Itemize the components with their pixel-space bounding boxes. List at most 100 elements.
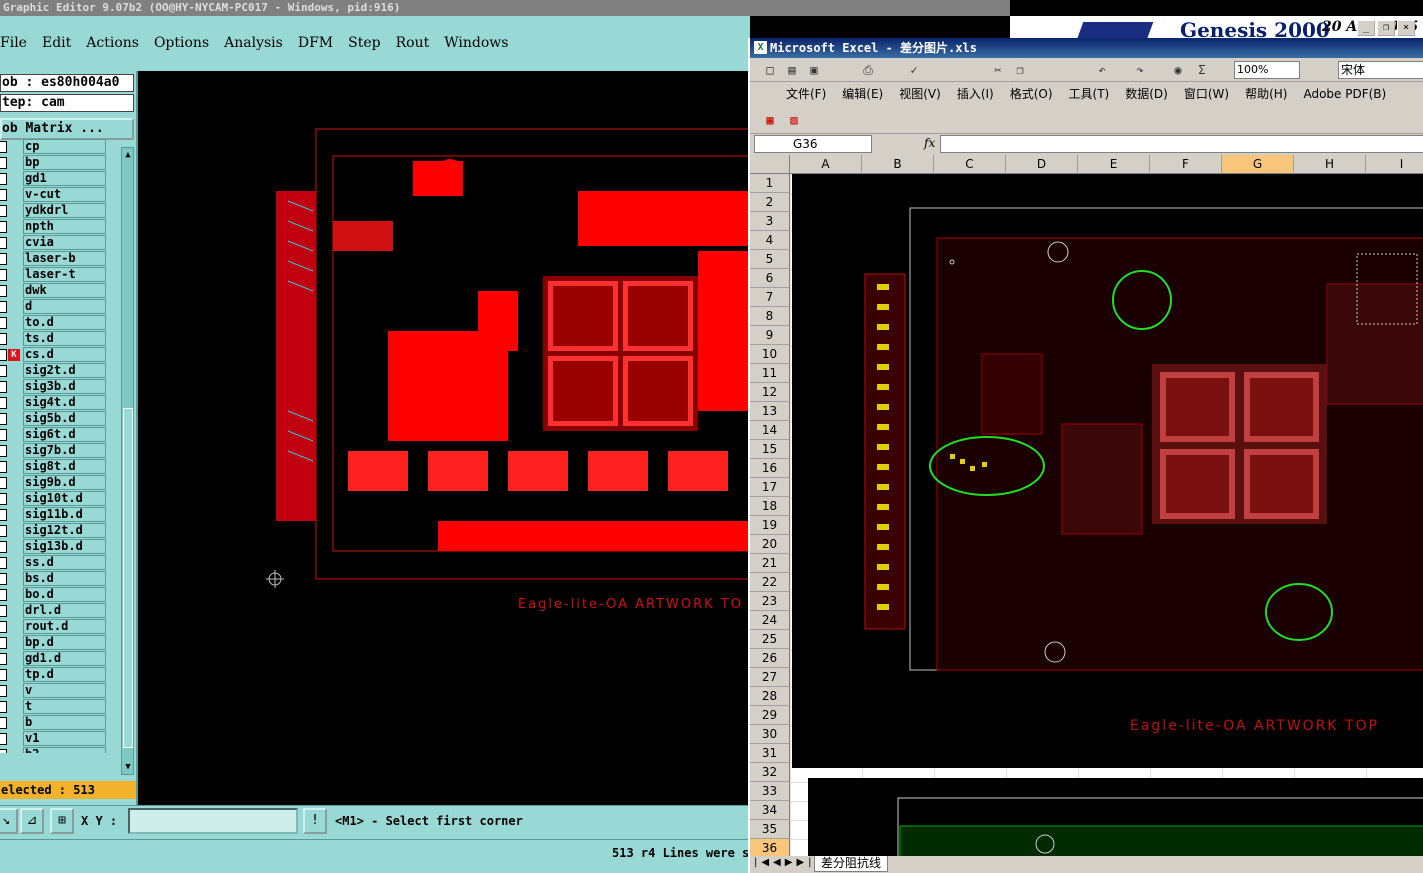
print-icon[interactable]: ⎙ [860, 62, 876, 78]
row-header[interactable]: 33 [750, 782, 790, 801]
pcb-canvas[interactable]: Eagle-lite-OA ARTWORK TO [138, 71, 751, 805]
layer-checkbox[interactable] [0, 381, 7, 393]
excel-menu-item[interactable]: 帮助(H) [1245, 83, 1287, 105]
layer-checkbox[interactable] [0, 493, 7, 505]
layer-checkbox[interactable] [0, 445, 7, 457]
excel-menu-item[interactable]: 插入(I) [957, 83, 994, 105]
layer-row[interactable]: v1 [0, 731, 118, 747]
layer-checkbox[interactable] [0, 477, 7, 489]
warning-icon[interactable]: ! [303, 808, 327, 834]
layer-checkbox[interactable] [0, 429, 7, 441]
name-box[interactable]: G36 [754, 135, 872, 153]
layer-checkbox[interactable] [0, 509, 7, 521]
row-header[interactable]: 19 [750, 516, 790, 535]
layer-checkbox[interactable] [0, 141, 7, 153]
layer-checkbox[interactable] [0, 621, 7, 633]
column-header[interactable]: D [1006, 155, 1078, 174]
layer-name[interactable]: sig9b.d [23, 475, 106, 490]
layer-name[interactable]: sig13b.d [23, 539, 106, 554]
sheet-nav-icons[interactable]: |◀◀▶▶| [754, 857, 816, 868]
layer-name[interactable]: rout.d [23, 619, 106, 634]
layer-name[interactable]: npth [23, 219, 106, 234]
layer-name[interactable]: ydkdrl [23, 203, 106, 218]
column-header[interactable]: H [1294, 155, 1366, 174]
row-header[interactable]: 26 [750, 649, 790, 668]
row-header[interactable]: 28 [750, 687, 790, 706]
layer-row[interactable]: sig11b.d [0, 507, 118, 523]
layer-name[interactable]: to.d [23, 315, 106, 330]
row-header[interactable]: 5 [750, 250, 790, 269]
redo-icon[interactable]: ↷ [1132, 62, 1148, 78]
layer-row[interactable]: ydkdrl [0, 203, 118, 219]
layer-checkbox[interactable] [0, 717, 7, 729]
layer-row[interactable]: d [0, 299, 118, 315]
layer-row[interactable]: sig7b.d [0, 443, 118, 459]
layer-row[interactable]: bo.d [0, 587, 118, 603]
layer-name[interactable]: sig11b.d [23, 507, 106, 522]
layer-row[interactable]: npth [0, 219, 118, 235]
layer-name[interactable]: drl.d [23, 603, 106, 618]
layer-row[interactable]: sig6t.d [0, 427, 118, 443]
xy-input[interactable] [128, 808, 298, 834]
layer-checkbox[interactable] [0, 589, 7, 601]
layer-name[interactable]: bs.d [23, 571, 106, 586]
column-header[interactable]: B [862, 155, 934, 174]
layer-name[interactable]: ss.d [23, 555, 106, 570]
layer-checkbox[interactable] [0, 685, 7, 697]
layer-row[interactable]: v [0, 683, 118, 699]
layer-checkbox[interactable] [0, 253, 7, 265]
row-header[interactable]: 4 [750, 231, 790, 250]
copy-icon[interactable]: ❐ [1012, 62, 1028, 78]
layer-name[interactable]: b [23, 715, 106, 730]
layer-name[interactable]: sig2t.d [23, 363, 106, 378]
save-icon[interactable]: ▣ [806, 62, 822, 78]
layer-name[interactable]: sig12t.d [23, 523, 106, 538]
layer-row[interactable]: to.d [0, 315, 118, 331]
row-header[interactable]: 20 [750, 535, 790, 554]
layer-name[interactable]: b2 [23, 747, 106, 753]
layer-checkbox[interactable] [0, 365, 7, 377]
layer-row[interactable]: b [0, 715, 118, 731]
ge-menu-rout[interactable]: Rout [396, 35, 430, 51]
scroll-down-icon[interactable]: ▼ [123, 762, 133, 772]
row-header[interactable]: 29 [750, 706, 790, 725]
layer-name[interactable]: sig7b.d [23, 443, 106, 458]
layer-checkbox[interactable] [0, 269, 7, 281]
layer-scrollbar[interactable]: ▲ ▼ [121, 147, 134, 775]
row-header[interactable]: 31 [750, 744, 790, 763]
row-header[interactable]: 32 [750, 763, 790, 782]
layer-checkbox[interactable] [0, 573, 7, 585]
excel-menu-item[interactable]: 视图(V) [899, 83, 941, 105]
layer-row[interactable]: t [0, 699, 118, 715]
row-header[interactable]: 7 [750, 288, 790, 307]
row-header[interactable]: 9 [750, 326, 790, 345]
row-header[interactable]: 17 [750, 478, 790, 497]
row-header[interactable]: 11 [750, 364, 790, 383]
layer-row[interactable]: Kcs.d [0, 347, 118, 363]
layer-name[interactable]: dwk [23, 283, 106, 298]
layer-name[interactable]: tp.d [23, 667, 106, 682]
layer-name[interactable]: v [23, 683, 106, 698]
layer-checkbox[interactable] [0, 189, 7, 201]
excel-menu-item[interactable]: Adobe PDF(B) [1303, 83, 1386, 105]
layer-checkbox[interactable] [0, 541, 7, 553]
layer-checkbox[interactable] [0, 317, 7, 329]
layer-row[interactable]: cp [0, 139, 118, 155]
row-header[interactable]: 1 [750, 174, 790, 193]
select-all-corner[interactable] [750, 155, 790, 174]
layer-name[interactable]: sig3b.d [23, 379, 106, 394]
layer-row[interactable]: gd1 [0, 171, 118, 187]
row-header[interactable]: 35 [750, 820, 790, 839]
grid-icon[interactable]: ⊞ [50, 808, 74, 834]
row-header[interactable]: 12 [750, 383, 790, 402]
layer-name[interactable]: sig4t.d [23, 395, 106, 410]
layer-name[interactable]: cvia [23, 235, 106, 250]
ge-menu-windows[interactable]: Windows [444, 35, 508, 51]
pasted-pcb-image[interactable]: Eagle-lite-OA ARTWORK TOP [792, 174, 1423, 768]
formula-input[interactable] [940, 135, 1423, 153]
row-header[interactable]: 15 [750, 440, 790, 459]
excel-menu-item[interactable]: 格式(O) [1010, 83, 1053, 105]
layer-row[interactable]: sig12t.d [0, 523, 118, 539]
layer-row[interactable]: rout.d [0, 619, 118, 635]
layer-name[interactable]: cp [23, 139, 106, 154]
